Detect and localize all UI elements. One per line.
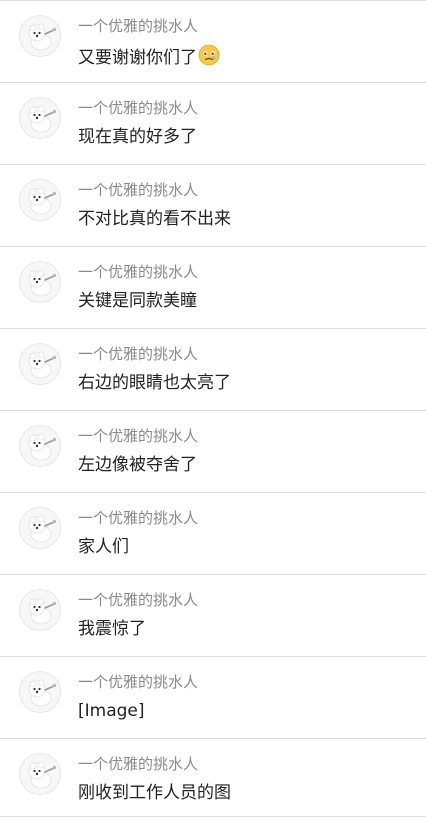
avatar[interactable] [19, 671, 61, 713]
white-dog-avatar-icon [20, 672, 60, 712]
sender-name: 一个优雅的挑水人 [78, 263, 199, 281]
sender-name: 一个优雅的挑水人 [78, 345, 199, 363]
message-text: [Image] [78, 701, 145, 721]
message-item[interactable]: 一个优雅的挑水人 右边的眼睛也太亮了 [0, 329, 426, 411]
avatar[interactable] [19, 261, 61, 303]
white-dog-avatar-icon [20, 16, 60, 56]
avatar[interactable] [19, 343, 61, 385]
message-item[interactable]: 一个优雅的挑水人 刚收到工作人员的图 [0, 739, 426, 817]
white-dog-avatar-icon [20, 754, 60, 794]
sender-name: 一个优雅的挑水人 [78, 99, 199, 117]
sender-name: 一个优雅的挑水人 [78, 509, 199, 527]
sender-name: 一个优雅的挑水人 [78, 17, 199, 35]
avatar[interactable] [19, 15, 61, 57]
message-text: 关键是同款美瞳 [78, 291, 197, 311]
avatar[interactable] [19, 753, 61, 795]
white-dog-avatar-icon [20, 590, 60, 630]
message-text: 不对比真的看不出来 [78, 209, 231, 229]
message-text-row: 又要谢谢你们了 [78, 44, 220, 69]
message-item[interactable]: 一个优雅的挑水人 关键是同款美瞳 [0, 247, 426, 329]
message-item[interactable]: 一个优雅的挑水人 现在真的好多了 [0, 83, 426, 165]
avatar[interactable] [19, 425, 61, 467]
message-text: 我震惊了 [78, 619, 146, 639]
white-dog-avatar-icon [20, 344, 60, 384]
message-text: 刚收到工作人员的图 [78, 783, 231, 803]
message-text: 右边的眼睛也太亮了 [78, 373, 231, 393]
message-text: 家人们 [78, 537, 129, 557]
holding-back-tears-emoji [198, 44, 220, 66]
message-item[interactable]: 一个优雅的挑水人 [Image] [0, 657, 426, 739]
message-list: 一个优雅的挑水人 又要谢谢你们了 一个优雅的挑水人 现在真的好多了 一个优雅的挑… [0, 0, 426, 822]
white-dog-avatar-icon [20, 508, 60, 548]
sender-name: 一个优雅的挑水人 [78, 427, 199, 445]
sender-name: 一个优雅的挑水人 [78, 591, 199, 609]
message-item[interactable]: 一个优雅的挑水人 又要谢谢你们了 [0, 1, 426, 83]
sender-name: 一个优雅的挑水人 [78, 181, 199, 199]
white-dog-avatar-icon [20, 180, 60, 220]
message-item[interactable]: 一个优雅的挑水人 家人们 [0, 493, 426, 575]
message-text: 现在真的好多了 [78, 127, 197, 147]
white-dog-avatar-icon [20, 262, 60, 302]
message-item[interactable]: 一个优雅的挑水人 左边像被夺舍了 [0, 411, 426, 493]
message-text: 左边像被夺舍了 [78, 455, 197, 475]
white-dog-avatar-icon [20, 426, 60, 466]
message-item[interactable]: 一个优雅的挑水人 不对比真的看不出来 [0, 165, 426, 247]
sender-name: 一个优雅的挑水人 [78, 673, 199, 691]
sender-name: 一个优雅的挑水人 [78, 755, 199, 773]
white-dog-avatar-icon [20, 98, 60, 138]
avatar[interactable] [19, 97, 61, 139]
avatar[interactable] [19, 589, 61, 631]
avatar[interactable] [19, 179, 61, 221]
message-text: 又要谢谢你们了 [78, 48, 197, 68]
message-item[interactable]: 一个优雅的挑水人 我震惊了 [0, 575, 426, 657]
avatar[interactable] [19, 507, 61, 549]
